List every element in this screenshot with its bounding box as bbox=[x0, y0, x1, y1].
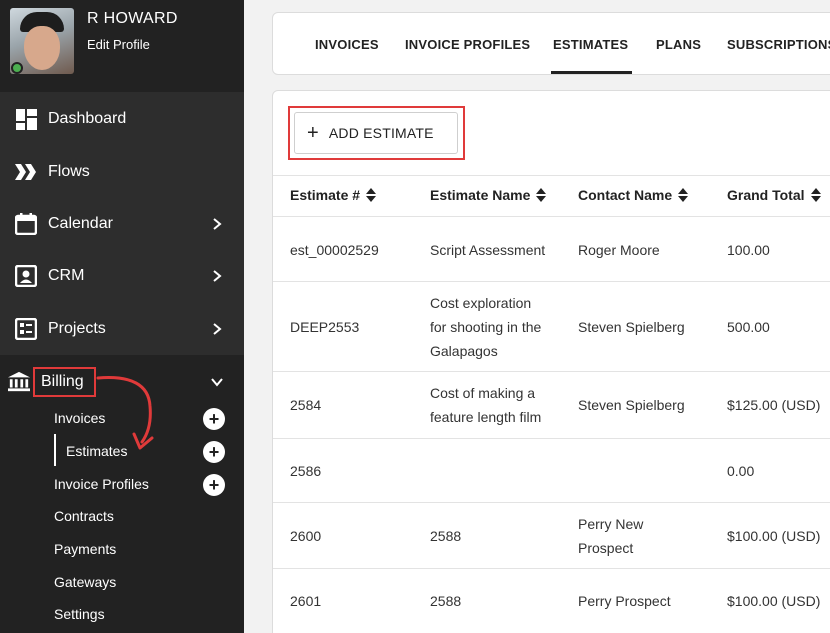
active-indicator bbox=[54, 434, 56, 466]
cell-grand-total: 500.00 bbox=[727, 319, 770, 335]
online-status-dot bbox=[11, 62, 23, 74]
profile-name: R HOWARD bbox=[87, 10, 178, 27]
cell-contact-name: Perry Prospect bbox=[578, 593, 671, 609]
sidebar-item-label: Calendar bbox=[48, 215, 113, 232]
cell-contact-name: Roger Moore bbox=[578, 242, 660, 258]
cell-estimate-number[interactable]: DEEP2553 bbox=[290, 315, 359, 339]
sort-icon bbox=[678, 188, 689, 202]
cell-contact-name: Steven Spielberg bbox=[578, 397, 685, 413]
calendar-icon bbox=[15, 213, 37, 235]
cell-estimate-name: Script Assessment bbox=[430, 242, 546, 258]
dashboard-icon bbox=[15, 108, 37, 130]
cell-grand-total: $125.00 (USD) bbox=[727, 397, 821, 413]
cell-estimate-name: Cost exploration for shooting in the Gal… bbox=[430, 295, 542, 359]
cell-grand-total: 100.00 bbox=[727, 242, 770, 258]
billing-highlight-box bbox=[33, 367, 96, 397]
projects-icon bbox=[15, 318, 37, 340]
sidebar-item-crm[interactable]: CRM bbox=[0, 251, 244, 301]
cell-estimate-number[interactable]: 2601 bbox=[290, 589, 321, 613]
row-divider bbox=[273, 502, 830, 503]
add-estimate-button[interactable]: + ADD ESTIMATE bbox=[294, 112, 458, 154]
contact-card-icon bbox=[15, 265, 37, 287]
cell-grand-total: $100.00 (USD) bbox=[727, 528, 821, 544]
add-estimate-label: ADD ESTIMATE bbox=[328, 125, 434, 141]
sidebar-subitem-contracts[interactable]: Contracts bbox=[54, 508, 114, 524]
tab-subscriptions[interactable]: SUBSCRIPTIONS bbox=[727, 37, 830, 52]
cell-contact-name: Perry New Prospect bbox=[578, 516, 644, 556]
sidebar-subitem-invoice-profiles[interactable]: Invoice Profiles bbox=[54, 476, 149, 492]
sort-icon bbox=[810, 188, 821, 202]
edit-profile-link[interactable]: Edit Profile bbox=[87, 37, 150, 52]
sidebar-subitem-settings[interactable]: Settings bbox=[54, 606, 105, 622]
sidebar-item-calendar[interactable]: Calendar bbox=[0, 199, 244, 249]
sidebar-item-dashboard[interactable]: Dashboard bbox=[0, 94, 244, 144]
flows-icon bbox=[15, 161, 37, 183]
profile-header: R HOWARD Edit Profile bbox=[0, 0, 244, 92]
tab-invoice-profiles[interactable]: INVOICE PROFILES bbox=[405, 37, 530, 52]
tab-plans[interactable]: PLANS bbox=[656, 37, 701, 52]
add-invoice-profile-plus-icon[interactable]: + bbox=[203, 474, 225, 496]
tab-estimates[interactable]: ESTIMATES bbox=[553, 37, 628, 52]
estimates-panel bbox=[272, 90, 830, 633]
annotation-arrow bbox=[96, 376, 154, 450]
cell-estimate-name: Cost of making a feature length film bbox=[430, 385, 542, 425]
chevron-right-icon bbox=[213, 218, 222, 230]
sort-icon bbox=[536, 188, 547, 202]
sidebar-item-flows[interactable]: Flows bbox=[0, 147, 244, 197]
row-divider bbox=[273, 281, 830, 282]
sidebar-item-label: CRM bbox=[48, 267, 85, 284]
cell-estimate-number[interactable]: 2600 bbox=[290, 524, 321, 548]
sort-icon bbox=[366, 188, 377, 202]
active-tab-underline bbox=[551, 71, 632, 74]
header-divider bbox=[273, 216, 830, 217]
chevron-right-icon bbox=[213, 323, 222, 335]
sidebar-item-label: Dashboard bbox=[48, 110, 127, 127]
cell-estimate-name: 2588 bbox=[430, 593, 462, 609]
sidebar-subitem-gateways[interactable]: Gateways bbox=[54, 574, 116, 590]
plus-icon: + bbox=[307, 122, 319, 144]
cell-estimate-number[interactable]: 2584 bbox=[290, 393, 321, 417]
chevron-right-icon bbox=[213, 270, 222, 282]
sidebar-item-label: Projects bbox=[48, 320, 106, 337]
cell-grand-total: $100.00 (USD) bbox=[727, 593, 821, 609]
bank-icon bbox=[8, 371, 30, 393]
cell-contact-name: Steven Spielberg bbox=[578, 319, 685, 335]
tab-invoices[interactable]: INVOICES bbox=[315, 37, 379, 52]
add-estimate-plus-icon[interactable]: + bbox=[203, 441, 225, 463]
chevron-down-icon bbox=[211, 378, 223, 387]
row-divider bbox=[273, 371, 830, 372]
row-divider bbox=[273, 568, 830, 569]
table-divider bbox=[273, 175, 830, 176]
add-invoice-plus-icon[interactable]: + bbox=[203, 408, 225, 430]
cell-estimate-number[interactable]: 2586 bbox=[290, 459, 321, 483]
cell-estimate-name: 2588 bbox=[430, 528, 462, 544]
cell-estimate-number[interactable]: est_00002529 bbox=[290, 238, 379, 262]
row-divider bbox=[273, 438, 830, 439]
sidebar-item-label: Flows bbox=[48, 163, 90, 180]
column-header-contact-name[interactable]: Contact Name bbox=[578, 187, 689, 203]
sidebar-item-projects[interactable]: Projects bbox=[0, 304, 244, 354]
column-header-grand-total[interactable]: Grand Total bbox=[727, 187, 821, 203]
column-header-estimate-name[interactable]: Estimate Name bbox=[430, 187, 547, 203]
billing-tabs: INVOICES INVOICE PROFILES ESTIMATES PLAN… bbox=[272, 12, 830, 75]
column-header-estimate-number[interactable]: Estimate # bbox=[290, 187, 377, 203]
sidebar-subitem-payments[interactable]: Payments bbox=[54, 541, 116, 557]
sidebar: R HOWARD Edit Profile Dashboard Flows Ca… bbox=[0, 0, 244, 633]
cell-grand-total: 0.00 bbox=[727, 463, 755, 479]
